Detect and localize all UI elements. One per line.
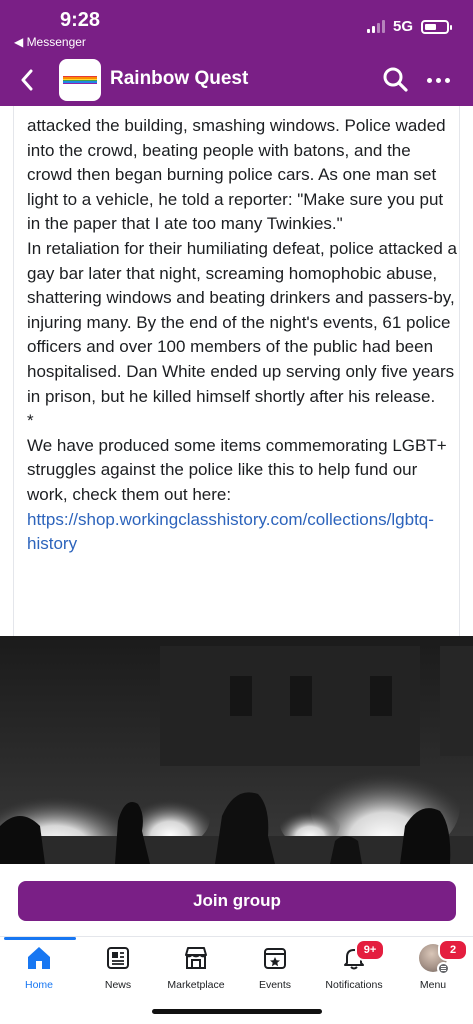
nav-notifications[interactable]: 9+ Notifications — [311, 939, 397, 995]
post-paragraph: In retaliation for their humiliating def… — [27, 238, 457, 406]
top-header: 9:28 ◀ Messenger 5G Rainbow Quest — [0, 0, 473, 106]
nav-events[interactable]: Events — [232, 943, 318, 995]
nav-news-label: News — [104, 979, 132, 991]
shop-link[interactable]: https://shop.workingclasshistory.com/col… — [27, 510, 434, 554]
post-closing-text: We have produced some items commemoratin… — [27, 435, 447, 504]
nav-home-label: Home — [24, 979, 53, 991]
network-type: 5G — [392, 18, 413, 35]
bell-icon: 9+ — [339, 939, 385, 973]
search-icon[interactable] — [382, 66, 408, 92]
battery-icon — [421, 19, 452, 34]
post-closing: We have produced some items commemoratin… — [27, 434, 457, 557]
post-text: attacked the building, smashing windows.… — [27, 114, 457, 557]
nav-menu[interactable]: 2 Menu — [390, 939, 473, 995]
signal-icon — [366, 20, 385, 33]
chevron-left-icon[interactable] — [16, 66, 38, 94]
menu-icon — [437, 962, 450, 975]
join-group-button[interactable]: Join group — [18, 881, 456, 921]
nav-events-label: Events — [258, 979, 292, 991]
nav-marketplace-label: Marketplace — [167, 979, 225, 991]
nav-marketplace[interactable]: Marketplace — [153, 943, 239, 995]
home-indicator[interactable] — [152, 1009, 322, 1014]
group-logo[interactable] — [59, 59, 101, 101]
active-tab-indicator — [4, 937, 76, 940]
menu-badge: 2 — [438, 939, 468, 961]
group-name[interactable]: Rainbow Quest — [110, 68, 248, 90]
status-time: 9:28 — [60, 9, 101, 31]
rainbow-logo-icon — [63, 76, 97, 84]
marketplace-icon — [181, 943, 211, 973]
post-photo[interactable] — [0, 636, 473, 864]
back-to-app-link[interactable]: ◀ Messenger — [14, 35, 86, 49]
more-icon[interactable] — [424, 70, 452, 90]
status-indicators: 5G — [366, 18, 452, 35]
post-card: attacked the building, smashing windows.… — [13, 106, 460, 636]
nav-home[interactable]: Home — [0, 943, 82, 995]
nav-news[interactable]: News — [75, 943, 161, 995]
nav-notifications-label: Notifications — [325, 979, 383, 991]
post-paragraph: * — [27, 411, 34, 431]
post-paragraph: attacked the building, smashing windows.… — [27, 116, 446, 234]
nav-menu-label: Menu — [419, 979, 447, 991]
news-icon — [103, 943, 133, 973]
events-icon — [260, 943, 290, 973]
notifications-badge: 9+ — [355, 939, 385, 961]
join-bar: Join group — [0, 864, 473, 936]
home-icon — [24, 943, 54, 973]
